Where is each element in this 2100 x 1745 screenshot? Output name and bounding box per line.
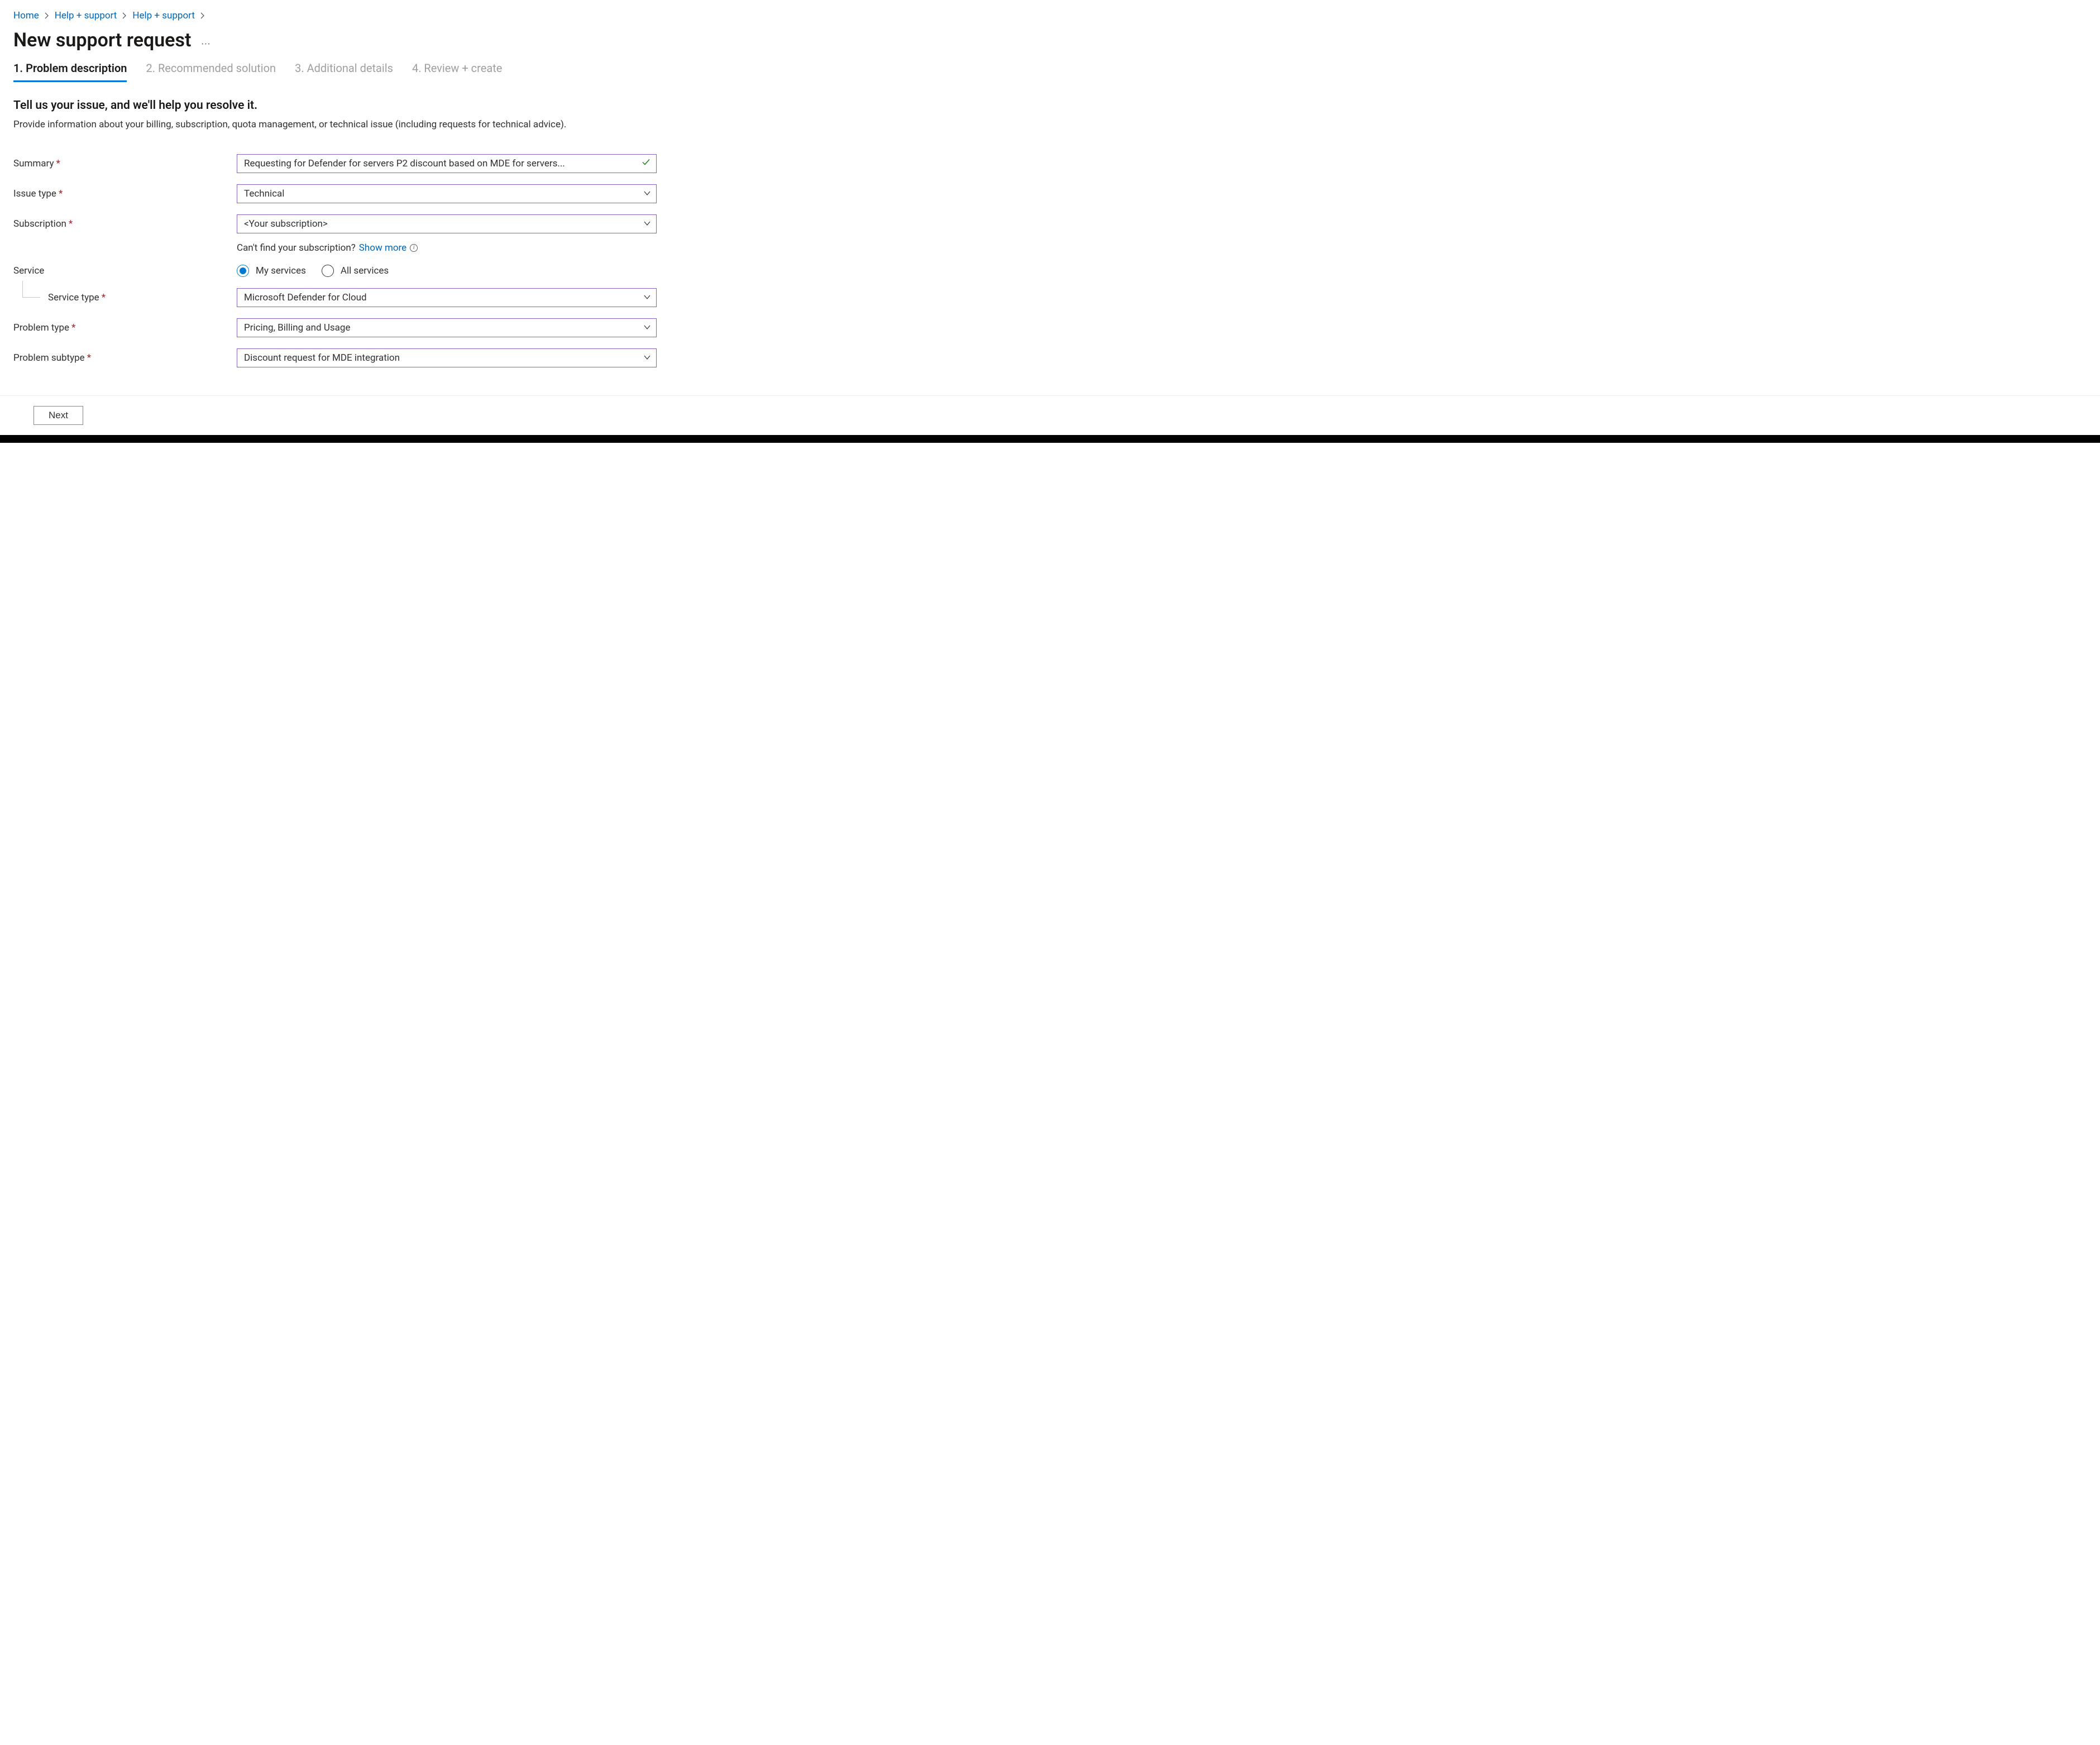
label-issue-type: Issue type* <box>13 188 237 199</box>
section-description: Provide information about your billing, … <box>13 118 628 149</box>
row-subscription-hint: Can't find your subscription? Show more … <box>13 239 2087 259</box>
label-summary: Summary* <box>13 158 237 169</box>
row-problem-type: Problem type* Pricing, Billing and Usage <box>13 313 2087 343</box>
breadcrumb-help-support-2[interactable]: Help + support <box>132 10 195 21</box>
row-service-type: Service type* Microsoft Defender for Clo… <box>13 283 2087 313</box>
more-actions-icon[interactable]: ··· <box>201 31 211 50</box>
chevron-down-icon <box>644 292 650 303</box>
chevron-down-icon <box>644 352 650 364</box>
label-service-type: Service type* <box>13 292 237 303</box>
problem-subtype-select[interactable]: Discount request for MDE integration <box>237 348 657 367</box>
problem-type-select[interactable]: Pricing, Billing and Usage <box>237 318 657 337</box>
chevron-down-icon <box>644 188 650 199</box>
row-summary: Summary* Requesting for Defender for ser… <box>13 149 2087 179</box>
page-title: New support request <box>13 29 191 51</box>
breadcrumb: Home Help + support Help + support <box>13 7 2087 29</box>
wizard-tabs: 1. Problem description 2. Recommended so… <box>13 61 2087 82</box>
issue-type-select[interactable]: Technical <box>237 184 657 203</box>
tab-problem-description[interactable]: 1. Problem description <box>13 61 127 82</box>
summary-input[interactable]: Requesting for Defender for servers P2 d… <box>237 154 657 173</box>
chevron-right-icon <box>200 12 205 19</box>
breadcrumb-home[interactable]: Home <box>13 10 39 21</box>
radio-my-services[interactable]: My services <box>237 265 306 277</box>
indent-line-icon <box>22 281 40 298</box>
service-type-select[interactable]: Microsoft Defender for Cloud <box>237 288 657 307</box>
radio-all-services[interactable]: All services <box>322 265 389 277</box>
service-radio-group: My services All services <box>237 265 657 277</box>
label-subscription: Subscription* <box>13 218 237 230</box>
bottom-black-bar <box>0 435 2100 443</box>
info-icon[interactable]: i <box>410 244 418 252</box>
tab-additional-details[interactable]: 3. Additional details <box>295 61 393 82</box>
check-icon <box>642 157 650 169</box>
subscription-hint-text: Can't find your subscription? <box>237 242 356 254</box>
chevron-down-icon <box>644 322 650 333</box>
row-subscription: Subscription* <Your subscription> <box>13 209 2087 239</box>
chevron-right-icon <box>122 12 127 19</box>
row-service: Service My services All services <box>13 259 2087 283</box>
label-service: Service <box>13 265 237 276</box>
breadcrumb-help-support-1[interactable]: Help + support <box>55 10 117 21</box>
title-row: New support request ··· <box>13 29 2087 61</box>
next-button[interactable]: Next <box>34 406 83 425</box>
section-heading: Tell us your issue, and we'll help you r… <box>13 92 2087 118</box>
tab-recommended-solution[interactable]: 2. Recommended solution <box>146 61 276 82</box>
tab-review-create[interactable]: 4. Review + create <box>412 61 502 82</box>
row-issue-type: Issue type* Technical <box>13 179 2087 209</box>
footer: Next <box>0 396 2100 435</box>
label-problem-subtype: Problem subtype* <box>13 352 237 364</box>
label-problem-type: Problem type* <box>13 322 237 333</box>
row-problem-subtype: Problem subtype* Discount request for MD… <box>13 343 2087 373</box>
chevron-right-icon <box>45 12 49 19</box>
chevron-down-icon <box>644 218 650 230</box>
show-more-link[interactable]: Show more <box>359 242 406 254</box>
subscription-select[interactable]: <Your subscription> <box>237 214 657 233</box>
